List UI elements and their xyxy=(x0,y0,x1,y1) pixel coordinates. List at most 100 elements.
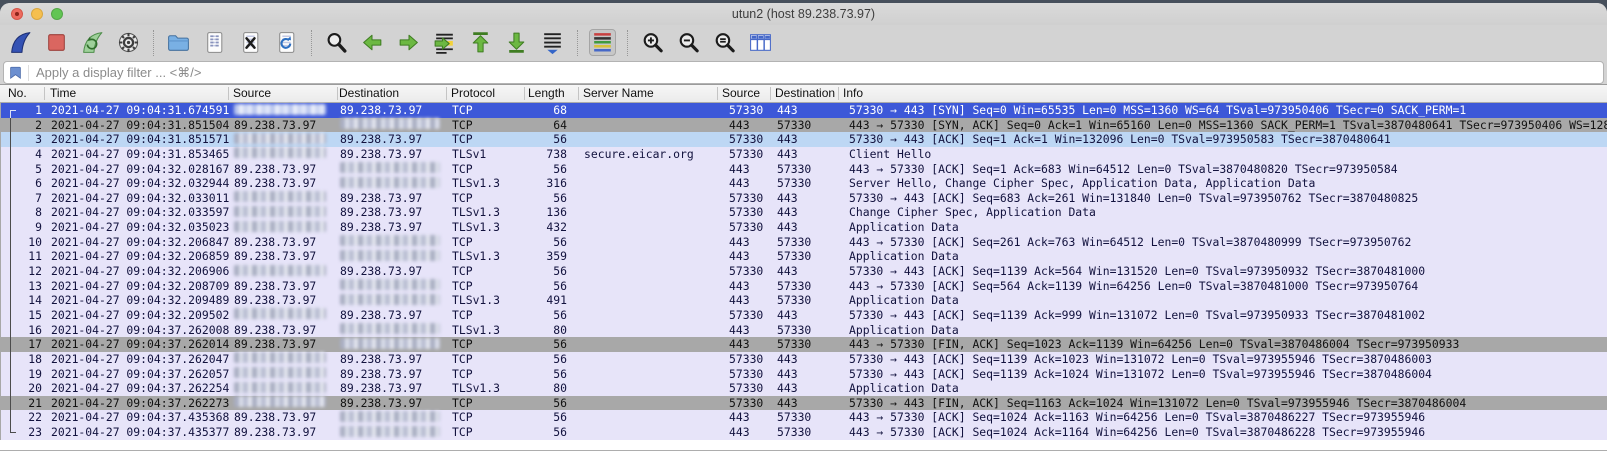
packet-row[interactable]: 182021-04-27 09:04:37.26204789.238.73.97… xyxy=(1,352,1607,367)
column-header-source[interactable]: Source xyxy=(722,85,760,102)
packet-time: 2021-04-27 09:04:32.035023 xyxy=(51,220,229,235)
packet-source xyxy=(234,103,326,118)
packet-row[interactable]: 32021-04-27 09:04:31.85157189.238.73.97T… xyxy=(1,132,1607,147)
packet-time: 2021-04-27 09:04:32.209502 xyxy=(51,308,229,323)
packet-destination-port: 57330 xyxy=(777,293,811,308)
column-header-protocol[interactable]: Protocol xyxy=(451,85,495,102)
column-divider[interactable] xyxy=(446,87,447,100)
column-divider[interactable] xyxy=(337,87,338,100)
capture-options-icon[interactable] xyxy=(115,29,142,56)
column-divider[interactable] xyxy=(578,87,579,100)
column-divider[interactable] xyxy=(228,87,229,100)
packet-length: 56 xyxy=(525,396,567,411)
packet-source-port: 443 xyxy=(729,249,750,264)
packet-row[interactable]: 112021-04-27 09:04:32.20685989.238.73.97… xyxy=(1,249,1607,264)
packet-info: Application Data xyxy=(849,293,1607,308)
auto-scroll-icon[interactable] xyxy=(539,29,566,56)
packet-info: 443 → 57330 [ACK] Seq=1 Ack=683 Win=6451… xyxy=(849,162,1607,177)
pane-splitter[interactable] xyxy=(0,450,1607,451)
minimize-button[interactable] xyxy=(31,8,43,20)
open-capture-icon[interactable] xyxy=(165,29,192,56)
column-divider[interactable] xyxy=(524,87,525,100)
filter-bookmark-icon[interactable] xyxy=(9,65,29,81)
reload-capture-icon[interactable] xyxy=(273,29,300,56)
packet-source-port: 57330 xyxy=(729,396,763,411)
column-divider[interactable] xyxy=(838,87,839,100)
redacted-source-address xyxy=(234,396,326,407)
close-capture-icon[interactable] xyxy=(237,29,264,56)
packet-source-port: 57330 xyxy=(729,352,763,367)
column-header-length[interactable]: Length xyxy=(528,85,565,102)
save-capture-icon[interactable] xyxy=(201,29,228,56)
column-divider[interactable] xyxy=(717,87,718,100)
packet-row[interactable]: 122021-04-27 09:04:32.20690689.238.73.97… xyxy=(1,264,1607,279)
packet-row[interactable]: 172021-04-27 09:04:37.26201489.238.73.97… xyxy=(1,337,1607,352)
capture-stop-icon[interactable] xyxy=(43,29,70,56)
packet-destination-port: 443 xyxy=(777,396,798,411)
packet-time: 2021-04-27 09:04:31.851504 xyxy=(51,118,229,133)
go-to-packet-icon[interactable] xyxy=(431,29,458,56)
packet-number: 2 xyxy=(1,118,42,133)
packet-row[interactable]: 62021-04-27 09:04:32.03294489.238.73.97T… xyxy=(1,176,1607,191)
packet-row[interactable]: 52021-04-27 09:04:32.02816789.238.73.97T… xyxy=(1,162,1607,177)
packet-row[interactable]: 212021-04-27 09:04:37.26227389.238.73.97… xyxy=(1,396,1607,411)
packet-time: 2021-04-27 09:04:37.262008 xyxy=(51,323,229,338)
column-divider[interactable] xyxy=(44,87,45,100)
packet-source-port: 443 xyxy=(729,235,750,250)
packet-row[interactable]: 92021-04-27 09:04:32.03502389.238.73.97T… xyxy=(1,220,1607,235)
packet-number: 8 xyxy=(1,205,42,220)
resize-columns-icon[interactable] xyxy=(747,29,774,56)
packet-number: 12 xyxy=(1,264,42,279)
packet-row[interactable]: 232021-04-27 09:04:37.43537789.238.73.97… xyxy=(1,425,1607,440)
capture-start-icon[interactable] xyxy=(7,29,34,56)
packet-row[interactable]: 142021-04-27 09:04:32.20948989.238.73.97… xyxy=(1,293,1607,308)
column-header-server-name[interactable]: Server Name xyxy=(583,85,654,102)
packet-destination-port: 443 xyxy=(777,264,798,279)
zoom-out-icon[interactable] xyxy=(675,29,702,56)
display-filter-input[interactable]: Apply a display filter ... <⌘/> xyxy=(3,61,1604,84)
packet-row[interactable]: 132021-04-27 09:04:32.20870989.238.73.97… xyxy=(1,279,1607,294)
column-divider[interactable] xyxy=(770,87,771,100)
packet-number: 13 xyxy=(1,279,42,294)
close-button[interactable] xyxy=(11,8,23,20)
last-packet-icon[interactable] xyxy=(503,29,530,56)
column-header-time[interactable]: Time xyxy=(50,85,76,102)
packet-info: Application Data xyxy=(849,249,1607,264)
toolbar-separator xyxy=(311,30,312,56)
previous-packet-icon[interactable] xyxy=(359,29,386,56)
packet-row[interactable]: 82021-04-27 09:04:32.03359789.238.73.97T… xyxy=(1,205,1607,220)
packet-row[interactable]: 192021-04-27 09:04:37.26205789.238.73.97… xyxy=(1,367,1607,382)
packet-row[interactable]: 42021-04-27 09:04:31.85346589.238.73.97T… xyxy=(1,147,1607,162)
column-header-info[interactable]: Info xyxy=(843,85,863,102)
packet-row[interactable]: 222021-04-27 09:04:37.43536889.238.73.97… xyxy=(1,410,1607,425)
packet-row[interactable]: 72021-04-27 09:04:32.03301189.238.73.97T… xyxy=(1,191,1607,206)
column-header-no[interactable]: No. xyxy=(8,85,27,102)
packet-number: 1 xyxy=(1,103,42,118)
packet-number: 17 xyxy=(1,337,42,352)
find-packet-icon[interactable] xyxy=(323,29,350,56)
packet-row[interactable]: 102021-04-27 09:04:32.20684789.238.73.97… xyxy=(1,235,1607,250)
capture-restart-icon[interactable] xyxy=(79,29,106,56)
packet-protocol: TCP xyxy=(452,132,473,147)
zoom-in-icon[interactable] xyxy=(639,29,666,56)
packet-source: 89.238.73.97 xyxy=(234,337,316,352)
packet-row[interactable]: 162021-04-27 09:04:37.26200889.238.73.97… xyxy=(1,323,1607,338)
zoom-button[interactable] xyxy=(51,8,63,20)
packet-destination xyxy=(340,176,440,191)
redacted-destination-address xyxy=(340,411,440,422)
packet-protocol: TLSv1.3 xyxy=(452,249,500,264)
first-packet-icon[interactable] xyxy=(467,29,494,56)
column-header-destination[interactable]: Destination xyxy=(339,85,399,102)
packet-row[interactable]: 152021-04-27 09:04:32.20950289.238.73.97… xyxy=(1,308,1607,323)
next-packet-icon[interactable] xyxy=(395,29,422,56)
packet-row[interactable]: 22021-04-27 09:04:31.85150489.238.73.97T… xyxy=(1,118,1607,133)
packet-source: 89.238.73.97 xyxy=(234,279,316,294)
colorize-packets-icon[interactable] xyxy=(589,29,616,56)
zoom-reset-icon[interactable] xyxy=(711,29,738,56)
packet-row[interactable]: 202021-04-27 09:04:37.26225489.238.73.97… xyxy=(1,381,1607,396)
redacted-destination-address xyxy=(340,235,440,246)
packet-source-port: 57330 xyxy=(729,367,763,382)
column-header-destination[interactable]: Destination xyxy=(775,85,835,102)
packet-row[interactable]: 12021-04-27 09:04:31.67459189.238.73.97T… xyxy=(1,103,1607,118)
column-header-source[interactable]: Source xyxy=(233,85,271,102)
